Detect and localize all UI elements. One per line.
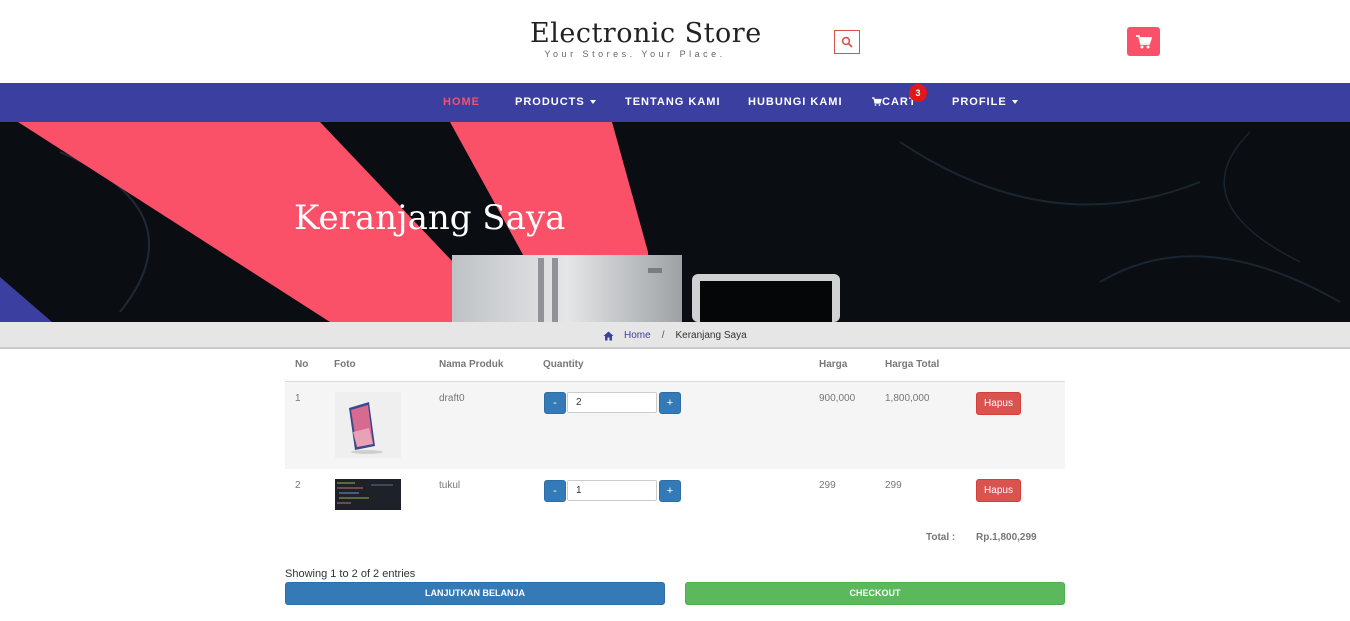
row-product-name: draft0	[439, 393, 465, 404]
row-no: 1	[295, 393, 301, 404]
breadcrumb-home-link[interactable]: Home	[624, 330, 651, 341]
row-harga: 299	[819, 480, 836, 491]
hero-banner: Keranjang Saya	[0, 122, 1350, 322]
breadcrumb-separator: /	[661, 330, 665, 341]
product-image	[335, 392, 401, 458]
chevron-down-icon	[1011, 100, 1018, 105]
nav-profile-label: PROFILE	[952, 96, 1007, 108]
header-foto: Foto	[334, 359, 356, 370]
main-nav: HOME PRODUCTS TENTANG KAMI HUBUNGI KAMI …	[0, 83, 1350, 122]
header-no: No	[295, 359, 309, 370]
header-harga: Harga	[819, 359, 848, 370]
breadcrumb: Home / Keranjang Saya	[0, 322, 1350, 349]
search-icon	[841, 36, 853, 48]
quantity-decrease-button[interactable]: -	[544, 392, 566, 414]
header-nama-produk: Nama Produk	[439, 359, 504, 370]
home-icon	[603, 331, 614, 340]
row-harga-total: 299	[885, 480, 902, 491]
store-title: Electronic Store	[530, 18, 762, 49]
total-label: Total :	[926, 532, 956, 543]
nav-products-label: PRODUCTS	[515, 96, 585, 108]
header-cart-button[interactable]	[1127, 27, 1160, 56]
product-image	[335, 479, 401, 510]
nav-products[interactable]: PRODUCTS	[515, 83, 596, 122]
remove-item-button[interactable]: Hapus	[976, 392, 1021, 415]
entries-info: Showing 1 to 2 of 2 entries	[285, 568, 416, 580]
store-tagline: Your Stores. Your Place.	[544, 49, 726, 59]
breadcrumb-current: Keranjang Saya	[675, 330, 747, 341]
quantity-input[interactable]	[567, 480, 657, 501]
header-harga-total: Harga Total	[885, 359, 940, 370]
cart-icon	[872, 96, 882, 106]
header-quantity: Quantity	[543, 359, 584, 370]
chevron-down-icon	[589, 100, 596, 105]
search-button[interactable]	[834, 30, 860, 54]
hero-background-image	[0, 122, 1341, 322]
nav-profile[interactable]: PROFILE	[952, 83, 1018, 122]
nav-tentang-kami[interactable]: TENTANG KAMI	[625, 83, 721, 122]
quantity-decrease-button[interactable]: -	[544, 480, 566, 502]
store-logo[interactable]: Electronic Store Your Stores. Your Place…	[530, 18, 762, 59]
row-harga: 900,000	[819, 393, 856, 404]
total-value: Rp.1,800,299	[976, 532, 1037, 543]
quantity-increase-button[interactable]: +	[659, 480, 681, 502]
checkout-button[interactable]: CHECKOUT	[685, 582, 1065, 605]
row-product-name: tukul	[439, 480, 461, 491]
remove-item-button[interactable]: Hapus	[976, 479, 1021, 502]
row-harga-total: 1,800,000	[885, 393, 930, 404]
nav-home[interactable]: HOME	[443, 83, 480, 122]
quantity-increase-button[interactable]: +	[659, 392, 681, 414]
row-no: 2	[295, 480, 301, 491]
nav-hubungi-kami[interactable]: HUBUNGI KAMI	[748, 83, 843, 122]
quantity-input[interactable]	[567, 392, 657, 413]
cart-icon	[1135, 34, 1152, 48]
page-title: Keranjang Saya	[294, 198, 566, 238]
site-header: Electronic Store Your Stores. Your Place…	[0, 0, 1350, 83]
continue-shopping-button[interactable]: LANJUTKAN BELANJA	[285, 582, 665, 605]
cart-count-badge: 3	[909, 84, 927, 102]
